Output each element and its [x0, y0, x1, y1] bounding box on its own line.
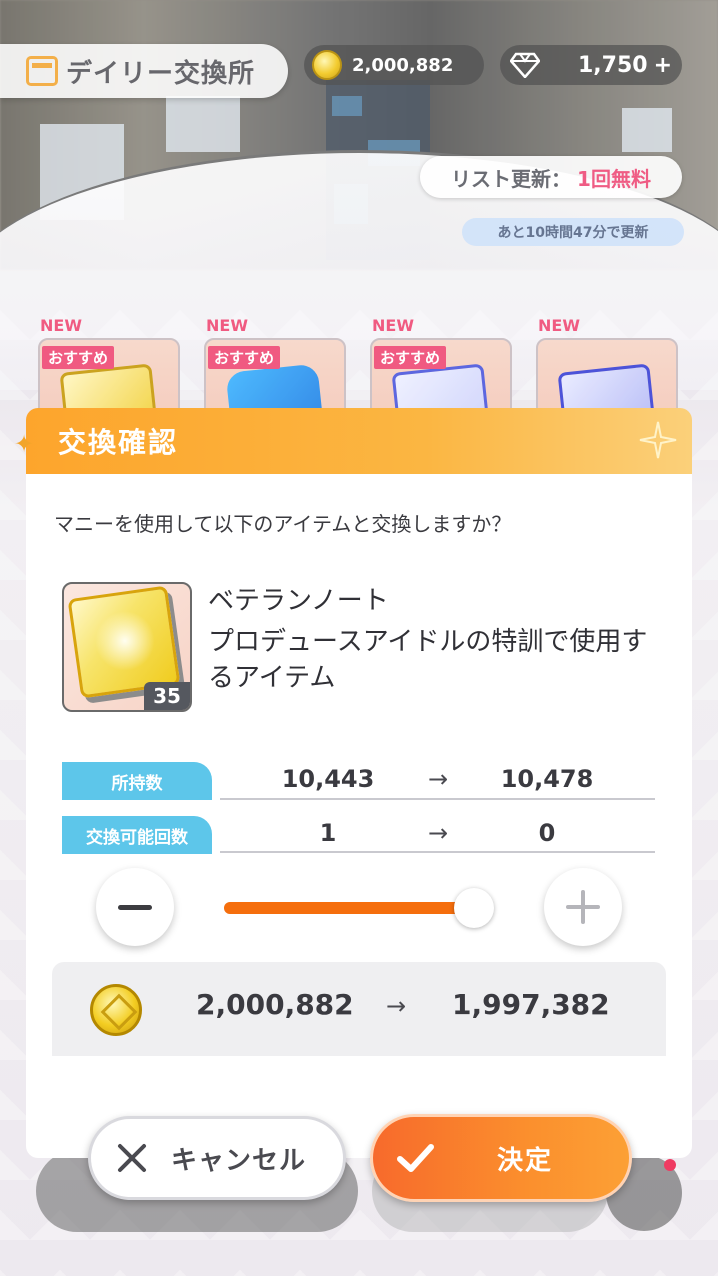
check-icon: [397, 1144, 434, 1172]
item-quantity: 35: [144, 682, 190, 710]
exchange-limit-after: 0: [538, 819, 556, 847]
owned-count-before: 10,443: [281, 765, 375, 793]
item-description: プロデュースアイドルの特訓で使用するアイテム: [208, 627, 648, 693]
minus-icon: [118, 904, 152, 910]
arrow-icon: →: [386, 992, 407, 1020]
dialog-title: 交換確認: [58, 426, 179, 459]
item-name: ベテランノート: [208, 586, 389, 616]
arrow-icon: →: [427, 819, 449, 847]
confirm-label: 決定: [497, 1145, 554, 1176]
cancel-button[interactable]: キャンセル: [88, 1116, 346, 1200]
confirm-button[interactable]: 決定: [370, 1114, 632, 1202]
exchange-limit-before: 1: [319, 819, 337, 847]
cancel-label: キャンセル: [171, 1145, 307, 1176]
item-thumbnail: 35: [62, 582, 192, 712]
increase-button[interactable]: [544, 868, 622, 946]
dialog-header: ✦ 交換確認: [14, 408, 692, 474]
coin-icon: [90, 984, 142, 1036]
sparkle-icon: [639, 421, 677, 459]
divider: [220, 798, 655, 800]
slider-fill: [224, 902, 474, 914]
slider-handle[interactable]: [454, 888, 494, 928]
exchange-limit-label: 交換可能回数: [62, 816, 212, 854]
sparkle-icon: ✦: [14, 430, 35, 458]
decrease-button[interactable]: [96, 868, 174, 946]
plus-icon: [566, 890, 600, 924]
divider: [220, 851, 655, 853]
quantity-slider[interactable]: [224, 888, 494, 928]
owned-count-after: 10,478: [500, 765, 594, 793]
arrow-icon: →: [427, 765, 449, 793]
confirm-question: マニーを使用して以下のアイテムと交換しますか？: [54, 512, 512, 536]
cost-before: 2,000,882: [196, 988, 354, 1021]
cost-after: 1,997,382: [452, 988, 610, 1021]
owned-count-label: 所持数: [62, 762, 212, 800]
close-icon: [117, 1143, 147, 1173]
